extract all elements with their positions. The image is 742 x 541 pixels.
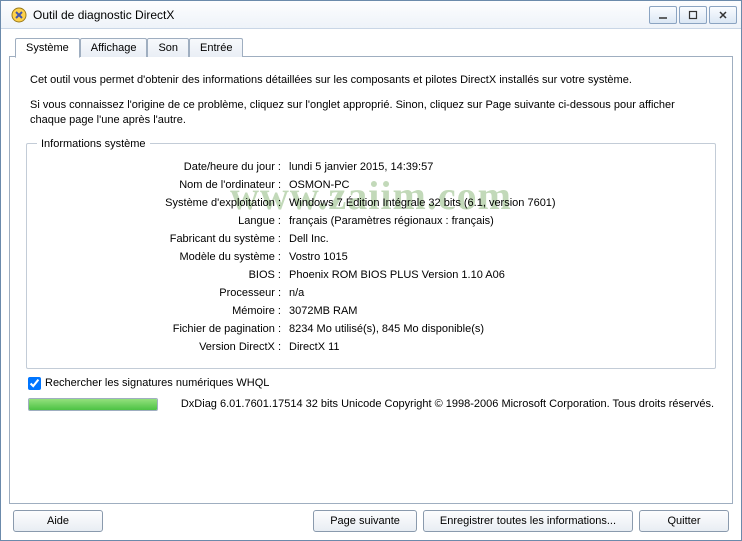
info-label: Système d'exploitation :: [37, 194, 285, 212]
info-row: Système d'exploitation :Windows 7 Éditio…: [37, 194, 705, 212]
close-button[interactable]: [709, 6, 737, 24]
info-label: Fichier de pagination :: [37, 320, 285, 338]
tabstrip: Système Affichage Son Entrée: [15, 38, 733, 57]
info-value: 8234 Mo utilisé(s), 845 Mo disponible(s): [285, 320, 705, 338]
info-row: Langue :français (Paramètres régionaux :…: [37, 212, 705, 230]
tab-label: Entrée: [200, 42, 232, 54]
info-row: Fabricant du système :Dell Inc.: [37, 230, 705, 248]
copyright-text: DxDiag 6.01.7601.17514 32 bits Unicode C…: [166, 398, 714, 410]
client-area: Système Affichage Son Entrée www.zaiim.c…: [1, 29, 741, 540]
titlebar: Outil de diagnostic DirectX: [1, 1, 741, 29]
save-all-button[interactable]: Enregistrer toutes les informations...: [423, 510, 633, 532]
info-label: Version DirectX :: [37, 338, 285, 356]
window-buttons: [649, 6, 737, 24]
info-label: Langue :: [37, 212, 285, 230]
info-value: Vostro 1015: [285, 248, 705, 266]
info-row: Modèle du système :Vostro 1015: [37, 248, 705, 266]
whql-label[interactable]: Rechercher les signatures numériques WHQ…: [45, 377, 269, 389]
tab-systeme[interactable]: Système: [15, 38, 80, 58]
whql-checkbox[interactable]: [28, 377, 41, 390]
dxdiag-window: Outil de diagnostic DirectX Système Affi…: [0, 0, 742, 541]
progress-bar: [28, 398, 158, 411]
info-value: français (Paramètres régionaux : françai…: [285, 212, 705, 230]
button-row: Aide Page suivante Enregistrer toutes le…: [9, 504, 733, 532]
tab-entree[interactable]: Entrée: [189, 38, 243, 57]
info-value: 3072MB RAM: [285, 302, 705, 320]
intro-text: Cet outil vous permet d'obtenir des info…: [30, 73, 712, 128]
info-label: Processeur :: [37, 284, 285, 302]
info-row: Nom de l'ordinateur :OSMON-PC: [37, 176, 705, 194]
info-label: BIOS :: [37, 266, 285, 284]
info-label: Fabricant du système :: [37, 230, 285, 248]
group-legend: Informations système: [37, 138, 150, 150]
info-row: Mémoire :3072MB RAM: [37, 302, 705, 320]
minimize-button[interactable]: [649, 6, 677, 24]
info-value: lundi 5 janvier 2015, 14:39:57: [285, 158, 705, 176]
progress-fill: [29, 399, 157, 410]
maximize-button[interactable]: [679, 6, 707, 24]
next-page-button[interactable]: Page suivante: [313, 510, 417, 532]
info-row: Date/heure du jour :lundi 5 janvier 2015…: [37, 158, 705, 176]
info-value: n/a: [285, 284, 705, 302]
info-value: Dell Inc.: [285, 230, 705, 248]
status-row: DxDiag 6.01.7601.17514 32 bits Unicode C…: [28, 398, 714, 411]
tab-label: Son: [158, 42, 178, 54]
whql-row: Rechercher les signatures numériques WHQ…: [28, 377, 714, 390]
quit-button[interactable]: Quitter: [639, 510, 729, 532]
system-info-group: Informations système Date/heure du jour …: [26, 138, 716, 369]
info-label: Mémoire :: [37, 302, 285, 320]
window-title: Outil de diagnostic DirectX: [33, 8, 649, 22]
info-label: Modèle du système :: [37, 248, 285, 266]
intro-paragraph-2: Si vous connaissez l'origine de ce probl…: [30, 98, 712, 128]
tab-panel: www.zaiim.com Cet outil vous permet d'ob…: [9, 56, 733, 504]
info-value: OSMON-PC: [285, 176, 705, 194]
tab-affichage[interactable]: Affichage: [80, 38, 148, 57]
info-value: Phoenix ROM BIOS PLUS Version 1.10 A06: [285, 266, 705, 284]
info-row: Processeur :n/a: [37, 284, 705, 302]
dxdiag-icon: [11, 7, 27, 23]
intro-paragraph-1: Cet outil vous permet d'obtenir des info…: [30, 73, 712, 88]
spacer: [109, 510, 307, 532]
info-value: Windows 7 Édition Intégrale 32 bits (6.1…: [285, 194, 705, 212]
help-button[interactable]: Aide: [13, 510, 103, 532]
info-label: Nom de l'ordinateur :: [37, 176, 285, 194]
info-row: Fichier de pagination :8234 Mo utilisé(s…: [37, 320, 705, 338]
tab-label: Affichage: [91, 42, 137, 54]
tab-son[interactable]: Son: [147, 38, 189, 57]
info-value: DirectX 11: [285, 338, 705, 356]
info-row: Version DirectX :DirectX 11: [37, 338, 705, 356]
info-label: Date/heure du jour :: [37, 158, 285, 176]
tab-label: Système: [26, 42, 69, 54]
info-row: BIOS :Phoenix ROM BIOS PLUS Version 1.10…: [37, 266, 705, 284]
